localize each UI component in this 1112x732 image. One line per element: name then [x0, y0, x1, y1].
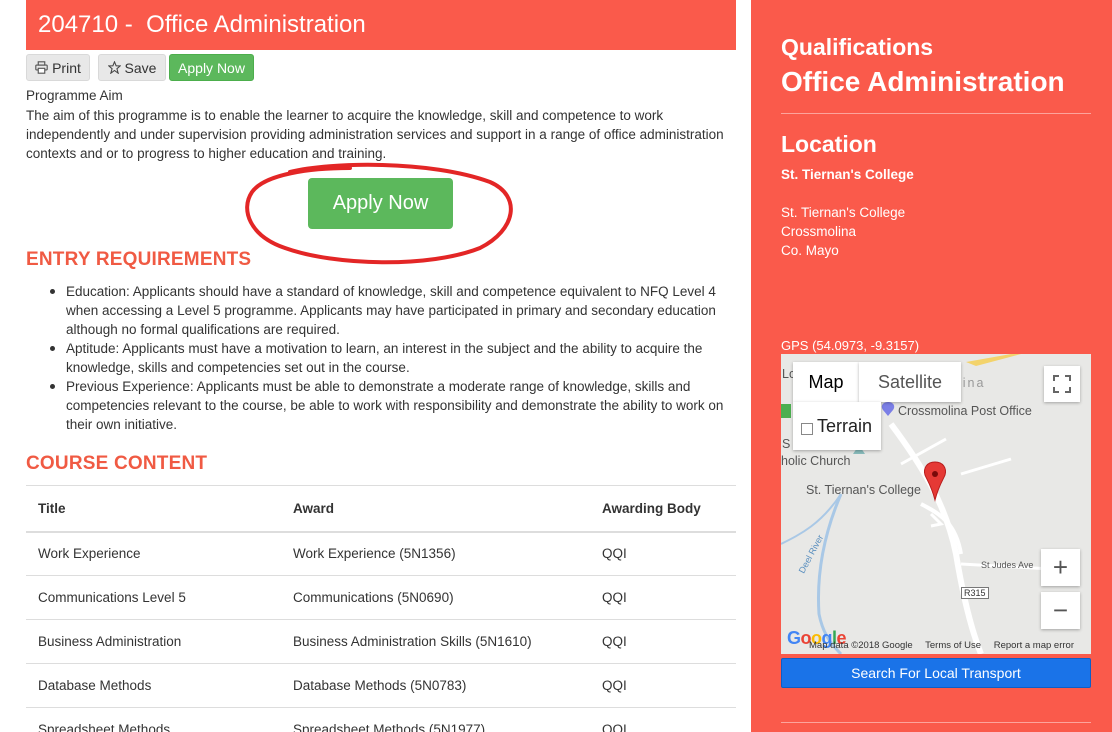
cell-award: Spreadsheet Methods (5N1977)	[281, 707, 590, 732]
map-label-post-office: Crossmolina Post Office	[898, 404, 1032, 418]
save-label: Save	[124, 59, 157, 76]
table-row: Database Methods Database Methods (5N078…	[26, 663, 736, 708]
map-data-attribution: Map data ©2018 Google	[809, 640, 913, 651]
fullscreen-button[interactable]	[1044, 366, 1080, 402]
cell-awarding-body: QQI	[590, 707, 736, 732]
entry-requirements-heading: ENTRY REQUIREMENTS	[26, 249, 252, 270]
table-row: Business Administration Business Adminis…	[26, 619, 736, 664]
address-line: Crossmolina	[781, 224, 857, 239]
print-label: Print	[52, 59, 81, 76]
column-header-awarding-body: Awarding Body	[590, 485, 736, 533]
table-header-row: Title Award Awarding Body	[26, 485, 736, 533]
terrain-toggle[interactable]: Terrain	[793, 402, 881, 450]
list-item: Aptitude: Applicants must have a motivat…	[26, 339, 738, 377]
fullscreen-icon	[1053, 375, 1071, 393]
save-button[interactable]: Save	[98, 54, 166, 81]
map-label-street: St Judes Ave	[981, 560, 1034, 570]
list-item: Education: Applicants should have a stan…	[26, 282, 738, 339]
report-map-error-link[interactable]: Report a map error	[994, 640, 1074, 651]
course-content-table: Title Award Awarding Body Work Experienc…	[26, 485, 736, 732]
print-button[interactable]: Print	[26, 54, 90, 81]
qualification-title: Office Administration	[781, 66, 1065, 97]
college-name: St. Tiernan's College	[781, 167, 914, 182]
sidebar: Qualifications Office Administration Loc…	[751, 0, 1112, 732]
table-row: Spreadsheet Methods Spreadsheet Methods …	[26, 707, 736, 732]
zoom-in-button[interactable]: +	[1041, 549, 1080, 586]
terms-of-use-link[interactable]: Terms of Use	[925, 640, 981, 651]
cell-award: Work Experience (5N1356)	[281, 531, 590, 576]
qualifications-label: Qualifications	[781, 34, 934, 60]
map-footer: Map data ©2018 Google Terms of Use Repor…	[809, 640, 1084, 651]
search-local-transport-button[interactable]: Search For Local Transport	[781, 658, 1091, 688]
map-label: S	[782, 437, 791, 451]
cell-awarding-body: QQI	[590, 663, 736, 708]
location-map[interactable]: Lo lina Crossmolina Post Office S holic …	[781, 354, 1091, 654]
cell-title: Communications Level 5	[26, 575, 281, 620]
map-label-town: lina	[958, 376, 986, 390]
divider	[781, 113, 1091, 114]
star-icon	[107, 61, 121, 74]
apply-now-toolbar-button[interactable]: Apply Now	[169, 54, 254, 81]
programme-aim-text: The aim of this programme is to enable t…	[26, 108, 724, 161]
cell-awarding-body: QQI	[590, 575, 736, 620]
column-header-award: Award	[281, 485, 590, 533]
map-type-satellite-button[interactable]: Satellite	[859, 362, 961, 402]
map-label-road: R315	[961, 587, 989, 599]
course-content-heading: COURSE CONTENT	[26, 453, 208, 474]
cell-award: Database Methods (5N0783)	[281, 663, 590, 708]
cell-title: Business Administration	[26, 619, 281, 664]
map-type-map-button[interactable]: Map	[793, 362, 859, 402]
list-item: Previous Experience: Applicants must be …	[26, 377, 738, 434]
column-header-title: Title	[26, 485, 281, 533]
entry-requirements-list: Education: Applicants should have a stan…	[26, 282, 738, 434]
map-label-college: St. Tiernan's College	[806, 483, 921, 497]
cell-title: Database Methods	[26, 663, 281, 708]
location-label: Location	[781, 131, 877, 157]
printer-icon	[35, 61, 48, 74]
page-title: 204710 - Office Administration	[26, 0, 736, 50]
terrain-checkbox[interactable]	[801, 423, 813, 435]
cell-awarding-body: QQI	[590, 531, 736, 576]
cell-award: Business Administration Skills (5N1610)	[281, 619, 590, 664]
address-line: St. Tiernan's College	[781, 205, 906, 220]
cell-title: Work Experience	[26, 531, 281, 576]
apply-now-button[interactable]: Apply Now	[308, 178, 453, 229]
zoom-out-button[interactable]: −	[1041, 592, 1080, 629]
terrain-label: Terrain	[817, 415, 873, 436]
cell-awarding-body: QQI	[590, 619, 736, 664]
address-line: Co. Mayo	[781, 243, 839, 258]
table-row: Work Experience Work Experience (5N1356)…	[26, 531, 736, 576]
programme-aim-heading: Programme Aim	[26, 88, 123, 103]
table-row: Communications Level 5 Communications (5…	[26, 575, 736, 620]
divider	[781, 722, 1091, 723]
gps-coordinates: GPS (54.0973, -9.3157)	[781, 338, 920, 353]
cell-award: Communications (5N0690)	[281, 575, 590, 620]
cell-title: Spreadsheet Methods	[26, 707, 281, 732]
map-label-church: holic Church	[781, 454, 851, 468]
